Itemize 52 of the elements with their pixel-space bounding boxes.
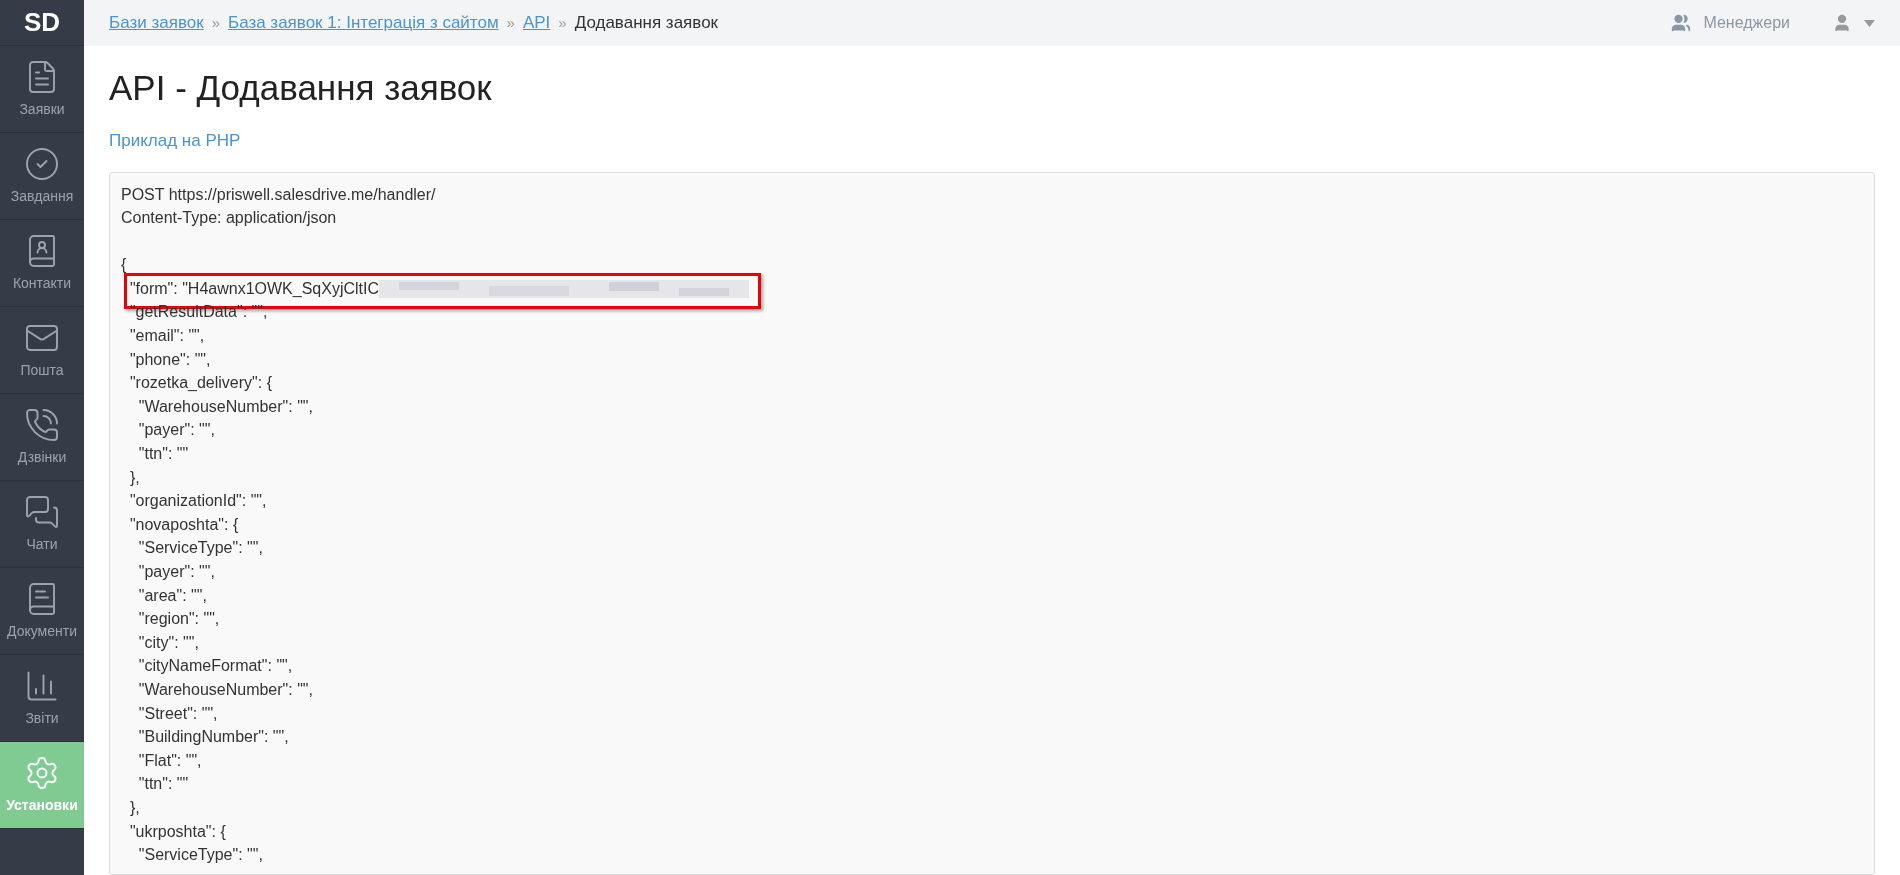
code-line: "WarehouseNumber": "", [137, 396, 313, 417]
code-line: "ServiceType": "", [137, 538, 263, 559]
code-line: { [121, 255, 127, 276]
code-line: "WarehouseNumber": "", [137, 679, 313, 700]
code-line: "rozetka_delivery": { [128, 373, 272, 394]
page-title: API - Додавання заявок [109, 67, 493, 109]
breadcrumb-separator: » [558, 12, 567, 33]
managers-button[interactable]: Менеджери [1671, 11, 1790, 35]
sidebar-item[interactable]: Дзвінки [0, 394, 84, 481]
sidebar-item[interactable]: Документи [0, 568, 84, 655]
code-line: "Street": "", [137, 703, 218, 724]
code-line: "ukrposhta": { [128, 821, 226, 842]
user-menu-button[interactable] [1832, 13, 1875, 33]
code-line: "ttn": "" [137, 444, 189, 465]
code-line: "email": "", [128, 326, 205, 347]
sidebar-item[interactable]: Завдання [0, 133, 84, 220]
sidebar-item[interactable]: Пошта [0, 307, 84, 394]
user-icon [1832, 13, 1852, 33]
caret-icon [1864, 19, 1875, 27]
code-line: Content-Type: application/json [121, 208, 337, 229]
breadcrumb-current: Додавання заявок [574, 12, 719, 35]
code-line: "ttn": "" [137, 774, 189, 795]
settings-icon [24, 754, 60, 791]
code-line: "novaposhta": { [128, 514, 239, 535]
breadcrumb-link[interactable]: API [522, 10, 551, 36]
breadcrumb-separator: » [211, 12, 220, 33]
code-line: "area": "", [137, 585, 207, 606]
code-line: "city": "", [137, 632, 199, 653]
code-line: }, [128, 467, 140, 488]
code-line: "payer": "", [137, 420, 215, 441]
breadcrumb-link[interactable]: Бази заявок [109, 10, 204, 36]
sidebar-item[interactable]: Заявки [0, 46, 84, 133]
breadcrumb-link[interactable]: База заявок 1: Інтеграція з сайтом [227, 10, 499, 36]
code-line: "organizationId": "", [128, 491, 267, 512]
code-line: "payer": "", [137, 562, 215, 582]
sidebar-item[interactable]: Контакти [0, 220, 84, 307]
php-example-link[interactable]: Приклад на PHP [109, 128, 241, 154]
chat-bubbles-icon [24, 493, 60, 530]
users-icon [1671, 13, 1692, 33]
phone-icon [24, 406, 60, 443]
code-line: "region": "", [137, 609, 220, 630]
code-line: "cityNameFormat": "", [137, 656, 293, 677]
breadcrumb-separator: » [506, 12, 515, 33]
code-line: "form": "H4awnx1OWK_SqXyjCltIC [128, 278, 379, 299]
code-line: "BuildingNumber": "", [137, 727, 289, 748]
code-line: "ServiceType": "", [137, 845, 263, 866]
code-line: "phone": "", [128, 349, 211, 370]
code-line: "Flat": "", [137, 750, 202, 771]
code-line: }, [128, 797, 140, 818]
code-line: POST https://priswell.salesdrive.me/handler/ [121, 184, 436, 205]
sidebar-item[interactable]: Чати [0, 481, 84, 568]
checkmark-circle-icon [24, 145, 60, 182]
